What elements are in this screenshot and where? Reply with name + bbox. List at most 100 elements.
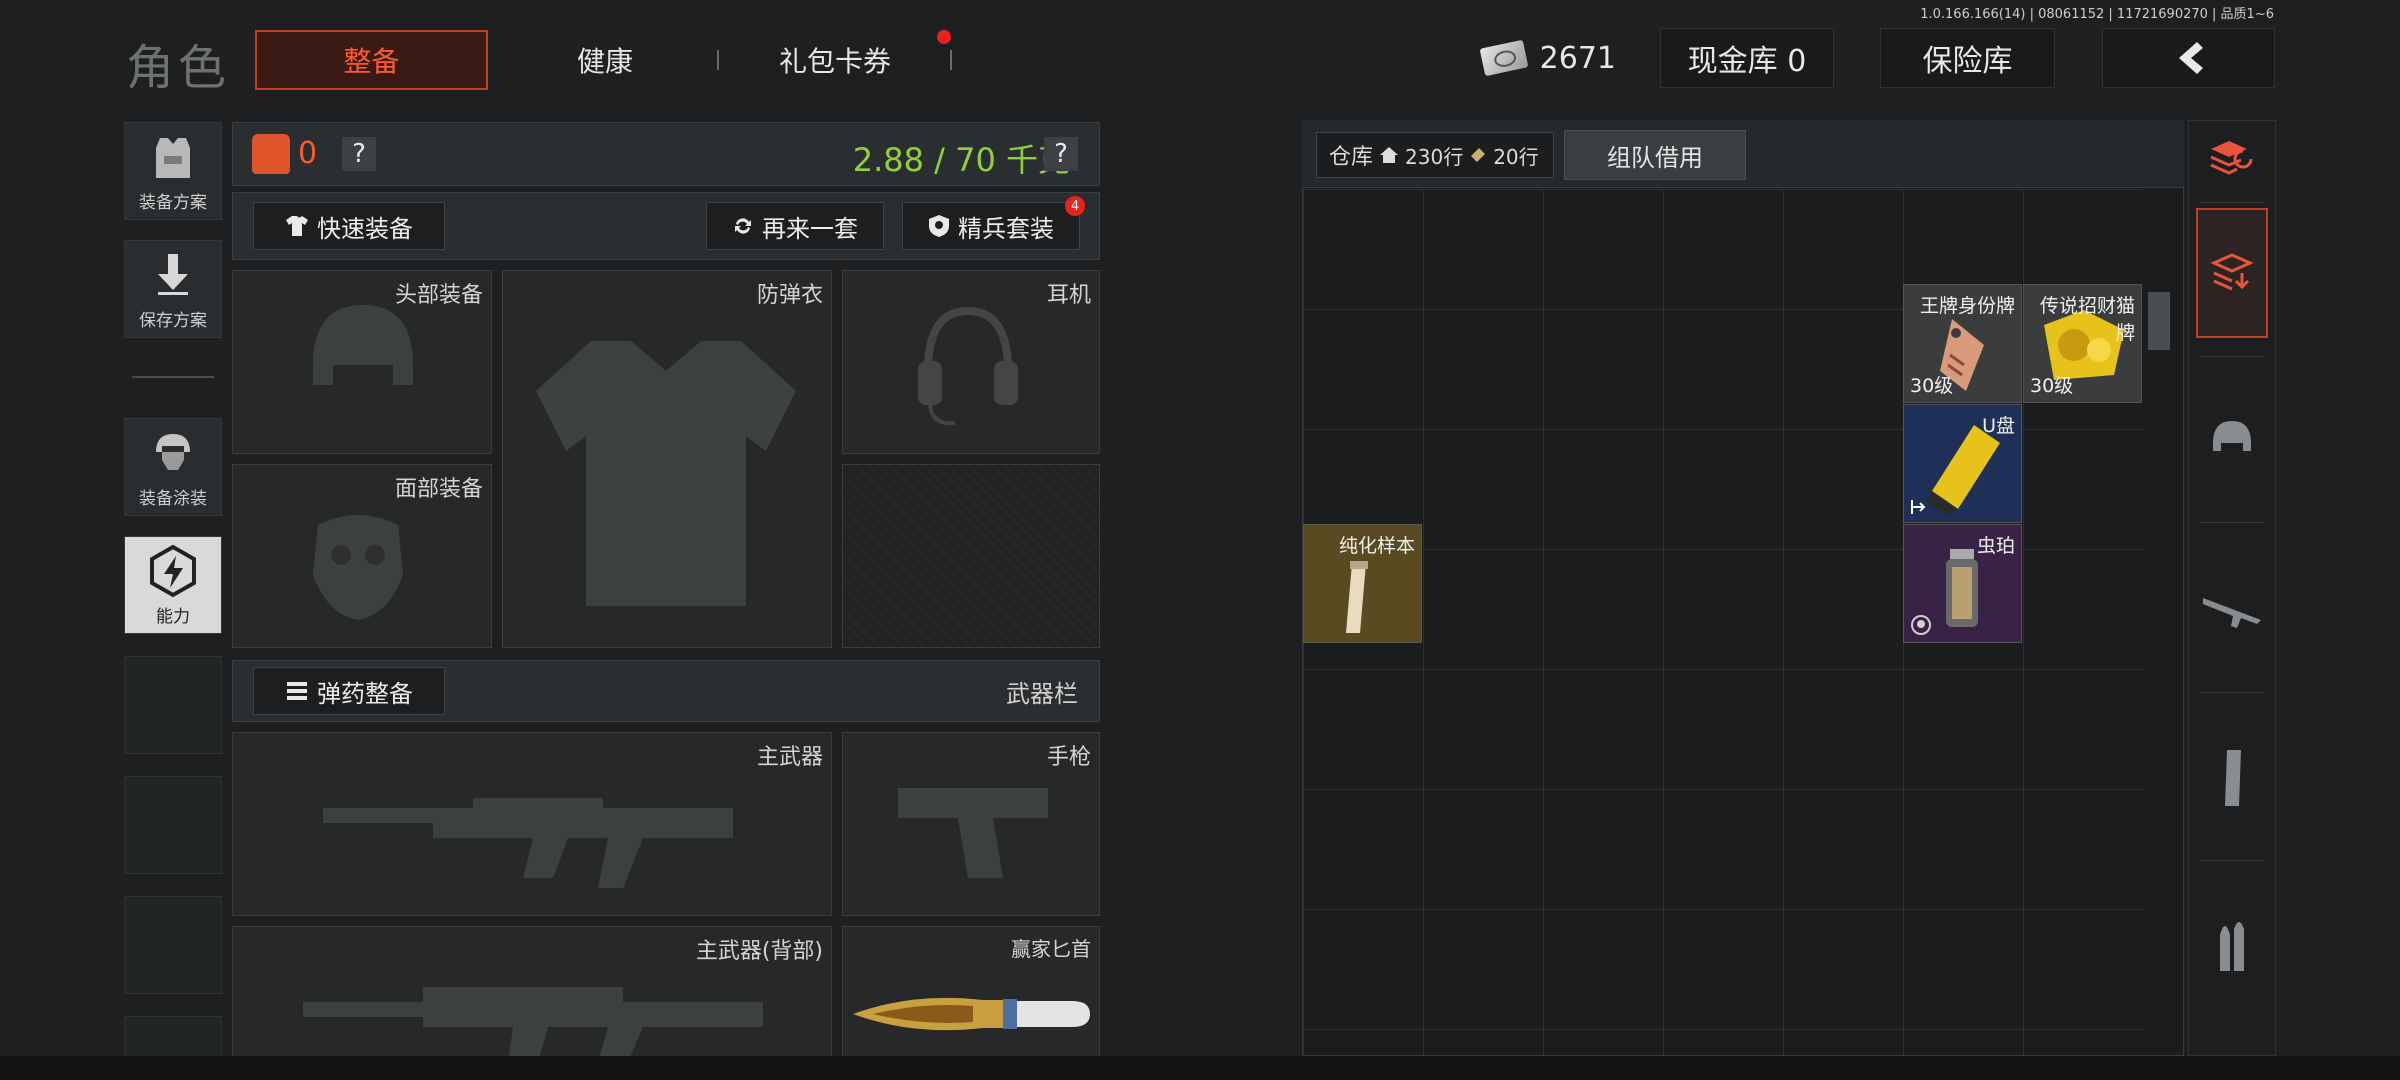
vest-icon [156,138,190,178]
rifle-silhouette [323,798,733,888]
elite-set-badge: 4 [1065,196,1085,216]
primary-weapon-label: 主武器 [756,745,823,770]
lightning-hexagon-icon [150,544,196,598]
sample-vial-icon [1346,561,1368,633]
quick-equip-button[interactable]: 快速装备 [253,202,445,250]
ammo-loadout-button[interactable]: 弹药整备 [253,667,445,715]
storage-item[interactable]: 传说招财猫牌 30级 [2023,284,2142,403]
save-plan-button[interactable]: 保存方案 [124,240,222,338]
item-name-line2: 牌 [2115,322,2135,344]
armor-slot[interactable]: 防弹衣 [502,270,832,648]
head-slot-label: 头部装备 [394,283,483,308]
tab-divider [950,50,952,70]
safe-button[interactable]: 保险库 [1880,28,2055,88]
ammo-list-icon [287,682,307,700]
rail-divider [2200,860,2264,861]
save-plan-label: 保存方案 [139,311,207,331]
skull-badge-icon [1911,615,1931,635]
category-ammo-button[interactable] [2196,880,2268,1010]
sort-stack-button[interactable] [2196,122,2268,192]
storage-item[interactable]: 王牌身份牌 30级 [1903,284,2022,403]
category-helmet-button[interactable] [2196,372,2268,502]
item-level: 30级 [2030,375,2074,397]
elite-set-button[interactable]: 精兵套装 [902,202,1080,250]
storage-item[interactable]: 虫珀 [1903,524,2022,643]
vest-silhouette [536,341,796,606]
storage-rows-sub: 20行 [1493,144,1539,169]
layers-download-icon [2210,253,2254,291]
category-weapon-button[interactable] [2196,545,2268,675]
item-name: 虫珀 [1976,535,2015,557]
equipment-paint-button[interactable]: 装备涂装 [124,418,222,516]
item-name: 传说招财猫牌 [2040,291,2135,345]
pistol-silhouette [898,788,1048,878]
rail-divider [2200,202,2264,203]
tab-divider [717,50,719,70]
category-all-button[interactable] [2196,208,2268,338]
item-name-line1: 传说招财猫 [2039,295,2135,317]
shield-icon [929,215,949,237]
tab-gift-coupons[interactable]: 礼包卡券 [730,30,940,90]
storage-rows-main: 230行 [1405,144,1464,169]
storage-scrollbar[interactable] [2148,292,2170,350]
primary-weapon-slot[interactable]: 主武器 [232,732,832,916]
item-name: 纯化样本 [1338,535,1415,557]
empty-side-slot [124,656,222,754]
ability-label: 能力 [156,607,190,627]
face-slot-label: 面部装备 [394,477,483,502]
bottom-strip [0,1056,2400,1080]
refresh-icon [735,218,751,234]
empty-side-slot [124,776,222,874]
rail-divider [2200,522,2264,523]
elite-set-label: 精兵套装 [958,214,1054,243]
repeat-loadout-label: 再来一套 [762,214,858,243]
back-weapon-label: 主武器(背部) [695,939,823,964]
magazine-icon [2225,750,2241,806]
category-magazine-button[interactable] [2196,713,2268,843]
gas-mask-silhouette [313,515,403,620]
helmet-mask-icon [156,434,190,470]
home-icon [1380,147,1399,163]
tab-health[interactable]: 健康 [505,30,705,90]
armor-level-icon [252,134,290,174]
amber-jar-icon [1946,549,1978,627]
tab-equip[interactable]: 整备 [255,30,488,90]
loadout-plan-button[interactable]: 装备方案 [124,122,222,220]
ticket-icon [1471,148,1486,162]
armor-slot-label: 防弹衣 [756,283,823,308]
weight-help-button[interactable]: ? [1044,137,1078,171]
knife-slot-label: 赢家匕首 [1011,937,1091,961]
notification-dot [937,30,951,44]
bullets-icon [2220,922,2244,971]
headset-silhouette [918,306,1018,426]
page-title: 角色 [126,40,231,96]
chevron-left-icon [2178,42,2203,74]
cash-storage-button[interactable]: 现金库 0 [1660,28,1834,88]
empty-side-slot [124,896,222,994]
face-slot[interactable]: 面部装备 [232,464,492,648]
pistol-slot[interactable]: 手枪 [842,732,1100,916]
team-borrow-button[interactable]: 组队借用 [1564,130,1746,180]
headset-slot[interactable]: 耳机 [842,270,1100,454]
head-slot[interactable]: 头部装备 [232,270,492,454]
storage-title: 仓库 [1329,145,1374,170]
storage-item[interactable]: U盘 [1903,404,2022,523]
banknote-icon [1479,39,1529,77]
side-divider [132,376,214,378]
repeat-loadout-button[interactable]: 再来一套 [706,202,884,250]
currency-display[interactable]: 2671 [1479,28,1616,88]
empty-equipment-slot[interactable] [842,464,1100,648]
item-name: 王牌身份牌 [1919,295,2015,317]
storage-item[interactable]: 纯化样本 [1303,524,1422,643]
ability-button[interactable]: 能力 [124,536,222,634]
rifle-icon [2203,598,2261,628]
knife-slot[interactable]: 赢家匕首 [842,926,1100,1056]
quick-equip-label: 快速装备 [317,214,413,243]
back-weapon-slot[interactable]: 主武器(背部) [232,926,832,1062]
armor-help-button[interactable]: ? [342,137,376,171]
rifle-back-silhouette [303,987,763,1062]
download-arrow-icon [158,254,188,295]
exit-icon [1911,500,1926,514]
back-button[interactable] [2102,28,2275,88]
item-name: U盘 [1982,415,2015,437]
